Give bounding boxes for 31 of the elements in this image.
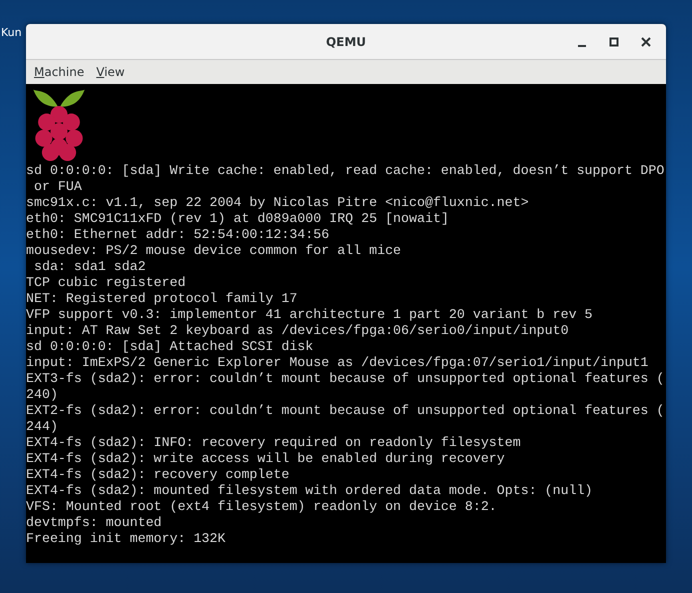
console-line: 240) [26, 387, 59, 403]
console-line: EXT4-fs (sda2): mounted filesystem with ordered data mode. Opts: (null) [26, 483, 594, 499]
console-line: VFP support v0.3: implementor 41 architecture 1 part 20 variant b rev 5 [26, 307, 594, 323]
console-line: EXT4-fs (sda2): INFO: recovery required on readonly filesystem [26, 435, 522, 451]
console-line: smc91x.c: v1.1, sep 22 2004 by Nicolas Pitre <nico@fluxnic.net> [26, 195, 530, 211]
console-line: EXT4-fs (sda2): recovery complete [26, 467, 290, 483]
close-icon [641, 36, 651, 46]
console-line: NET: Registered protocol family 17 [26, 291, 298, 307]
console-line: VFS: Mounted root (ext4 filesystem) readonly on device 8:2. [26, 499, 498, 515]
console-line: TCP cubic registered [26, 275, 187, 291]
window-title: QEMU [326, 34, 366, 48]
console-line: devtmpfs: mounted [26, 515, 163, 531]
console-line: Freeing init memory: 132K [26, 531, 226, 547]
console-line: EXT3-fs (sda2): error: couldn’t mount because of unsupported optional features ( [26, 371, 666, 387]
console-line: EXT4-fs (sda2): write access will be enabled during recovery [26, 451, 506, 467]
console-line: input: AT Raw Set 2 keyboard as /devices/fpga:06/serio0/input/input0 [26, 323, 570, 339]
console-line: sd 0:0:0:0: [sda] Attached SCSI disk [26, 339, 314, 355]
console-line: eth0: Ethernet addr: 52:54:00:12:34:56 [26, 227, 330, 243]
console-line: or FUA [32, 179, 83, 195]
console-line: sda: sda1 sda2 [32, 259, 147, 275]
console-line: eth0: SMC91C11xFD (rev 1) at d089a000 IRQ 25 [nowait] [26, 211, 450, 227]
desktop-icon-label[interactable]: Kun [1, 26, 22, 39]
console-line: input: ImExPS/2 Generic Explorer Mouse as /devices/fpga:07/serio1/input/input1 [26, 355, 650, 371]
console-line: EXT2-fs (sda2): error: couldn’t mount because of unsupported optional features ( [26, 403, 666, 419]
minimize-icon [578, 44, 586, 46]
menu-item[interactable]: View [92, 63, 129, 81]
console-line: 244) [26, 419, 59, 435]
menu-item[interactable]: Machine [30, 63, 88, 81]
console-line: mousedev: PS/2 mouse device common for all mice [26, 243, 402, 259]
maximize-icon [609, 36, 619, 46]
console-line: sd 0:0:0:0: [sda] Write cache: enabled, read cache: enabled, doesn’t support DPO [26, 163, 666, 179]
